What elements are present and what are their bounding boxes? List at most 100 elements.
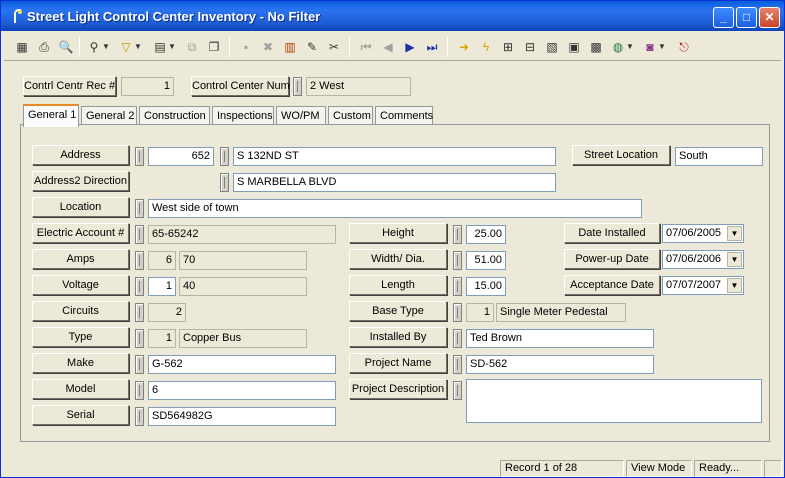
chevron-down-icon[interactable]: ▼: [167, 37, 177, 57]
installed-by-field[interactable]: Ted Brown: [466, 329, 654, 348]
address-grip[interactable]: [135, 147, 144, 166]
delete-icon[interactable]: ✖: [258, 37, 278, 57]
edit-pencil-icon[interactable]: ✎: [302, 37, 322, 57]
address2-street-field[interactable]: S MARBELLA BLVD: [233, 173, 556, 192]
location-grip[interactable]: [135, 199, 144, 218]
acceptance-date-button[interactable]: Acceptance Date: [564, 275, 660, 295]
tab-comments[interactable]: Comments: [375, 106, 433, 126]
control-center-num-button[interactable]: Control Center Num: [191, 76, 290, 96]
last-record-icon[interactable]: ⏭: [422, 37, 442, 57]
first-record-icon[interactable]: ⏮: [356, 37, 376, 57]
tab-custom[interactable]: Custom: [328, 106, 373, 126]
make-field[interactable]: G-562: [148, 355, 336, 374]
tab-inspections[interactable]: Inspections: [212, 106, 274, 126]
chevron-down-icon[interactable]: ▼: [133, 37, 143, 57]
type-button[interactable]: Type: [32, 327, 129, 347]
resize-grip[interactable]: [764, 460, 782, 477]
title-bar[interactable]: Street Light Control Center Inventory - …: [1, 1, 784, 31]
installed-by-grip[interactable]: [453, 329, 462, 348]
date-installed-field[interactable]: 07/06/2005 ▼: [662, 224, 744, 243]
address2-grip[interactable]: [220, 173, 229, 192]
project-name-grip[interactable]: [453, 355, 462, 374]
address-street-grip[interactable]: [220, 147, 229, 166]
model-button[interactable]: Model: [32, 379, 129, 399]
cut-icon[interactable]: ✂: [324, 37, 344, 57]
tab-general-1[interactable]: General 1: [23, 104, 79, 127]
height-field[interactable]: 25.00: [466, 225, 506, 244]
project-description-field[interactable]: [466, 379, 762, 423]
length-button[interactable]: Length: [349, 275, 447, 295]
project-name-field[interactable]: SD-562: [466, 355, 654, 374]
print-preview-icon[interactable]: 🔍: [56, 37, 76, 57]
installed-by-button[interactable]: Installed By: [349, 327, 447, 347]
next-record-icon[interactable]: ▶: [400, 37, 420, 57]
circuits-grip[interactable]: [135, 303, 144, 322]
contrl-centr-rec-button[interactable]: Contrl Centr Rec #: [23, 76, 116, 96]
chevron-down-icon[interactable]: ▼: [727, 252, 742, 267]
width-field[interactable]: 51.00: [466, 251, 506, 270]
electric-account-grip[interactable]: [135, 225, 144, 244]
previous-record-icon[interactable]: ◀: [378, 37, 398, 57]
street-location-field[interactable]: South: [675, 147, 763, 166]
height-grip[interactable]: [453, 225, 462, 244]
serial-button[interactable]: Serial: [32, 405, 129, 425]
address2-direction-button[interactable]: Address2 Direction: [32, 171, 129, 191]
chevron-down-icon[interactable]: ▼: [657, 37, 667, 57]
copy-record-icon[interactable]: ⧉: [182, 37, 202, 57]
powerup-date-button[interactable]: Power-up Date: [564, 249, 660, 269]
exit-icon[interactable]: ⎋: [674, 37, 694, 57]
acceptance-date-field[interactable]: 07/07/2007 ▼: [662, 276, 744, 295]
street-location-button[interactable]: Street Location: [572, 145, 670, 165]
circuits-button[interactable]: Circuits: [32, 301, 129, 321]
amps-grip[interactable]: [135, 251, 144, 270]
project-description-button[interactable]: Project Description: [349, 379, 447, 399]
map-icon[interactable]: ▩: [586, 37, 606, 57]
chevron-down-icon[interactable]: ▼: [101, 37, 111, 57]
chevron-down-icon[interactable]: ▼: [625, 37, 635, 57]
model-field[interactable]: 6: [148, 381, 336, 400]
tab-construction[interactable]: Construction: [139, 106, 210, 126]
voltage-code-field[interactable]: 1: [148, 277, 176, 296]
location-button[interactable]: Location: [32, 197, 129, 217]
tab-general-2[interactable]: General 2: [81, 106, 137, 126]
height-button[interactable]: Height: [349, 223, 447, 243]
image-icon[interactable]: ▧: [542, 37, 562, 57]
width-button[interactable]: Width/ Dia.: [349, 249, 447, 269]
calculator-icon[interactable]: ▣: [564, 37, 584, 57]
voltage-button[interactable]: Voltage: [32, 275, 129, 295]
books-icon[interactable]: ▥: [280, 37, 300, 57]
close-button[interactable]: ✕: [759, 7, 780, 28]
hierarchy-icon[interactable]: ⊟: [520, 37, 540, 57]
base-type-button[interactable]: Base Type: [349, 301, 447, 321]
location-field[interactable]: West side of town: [148, 199, 642, 218]
make-grip[interactable]: [135, 355, 144, 374]
model-grip[interactable]: [135, 381, 144, 400]
lookup-grip[interactable]: [293, 77, 302, 96]
make-button[interactable]: Make: [32, 353, 129, 373]
type-grip[interactable]: [135, 329, 144, 348]
voltage-grip[interactable]: [135, 277, 144, 296]
address-button[interactable]: Address: [32, 145, 129, 165]
width-grip[interactable]: [453, 251, 462, 270]
address-street-field[interactable]: S 132ND ST: [233, 147, 556, 166]
serial-field[interactable]: SD564982G: [148, 407, 336, 426]
amps-button[interactable]: Amps: [32, 249, 129, 269]
electric-account-button[interactable]: Electric Account #: [32, 223, 129, 243]
powerup-date-field[interactable]: 07/06/2006 ▼: [662, 250, 744, 269]
length-field[interactable]: 15.00: [466, 277, 506, 296]
duplicate-icon[interactable]: ❐: [204, 37, 224, 57]
zoom-window-icon[interactable]: ⊞: [498, 37, 518, 57]
project-description-grip[interactable]: [453, 381, 462, 400]
chevron-down-icon[interactable]: ▼: [727, 278, 742, 293]
print-icon[interactable]: ⎙: [34, 37, 54, 57]
minimize-button[interactable]: _: [713, 7, 734, 28]
grid-icon[interactable]: ▦: [12, 37, 32, 57]
maximize-button[interactable]: □: [736, 7, 757, 28]
arrow-right-icon[interactable]: ➜: [454, 37, 474, 57]
date-installed-button[interactable]: Date Installed: [564, 223, 660, 243]
project-name-button[interactable]: Project Name: [349, 353, 447, 373]
address-number-field[interactable]: 652: [148, 147, 214, 166]
lightning-icon[interactable]: ϟ: [476, 37, 496, 57]
tab-wo-pm[interactable]: WO/PM: [276, 106, 326, 126]
chevron-down-icon[interactable]: ▼: [727, 226, 742, 241]
